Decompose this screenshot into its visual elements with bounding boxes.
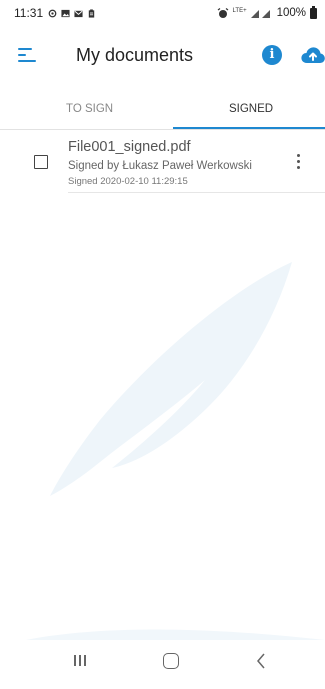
tab-signed[interactable]: SIGNED	[229, 88, 273, 130]
battery-icon	[310, 5, 317, 19]
page-title: My documents	[76, 45, 194, 65]
status-right: LTE+ 100%	[217, 5, 317, 19]
document-signer: Signed by Łukasz Paweł Werkowski	[68, 160, 252, 172]
clipboard-icon	[88, 8, 95, 18]
more-vert-icon[interactable]	[292, 152, 304, 172]
document-row[interactable]: File001_signed.pdf Signed by Łukasz Pawe…	[0, 132, 325, 193]
system-nav-bar	[0, 640, 325, 689]
tab-to-sign[interactable]: TO SIGN	[66, 88, 113, 130]
network-label: LTE+	[232, 8, 247, 14]
signal-icon	[250, 9, 270, 18]
status-time: 11:31	[14, 6, 44, 20]
hamburger-menu-icon[interactable]	[18, 46, 40, 66]
notification-icons	[48, 8, 96, 18]
document-date: Signed 2020-02-10 11:29:15	[68, 176, 188, 187]
alarm-icon	[217, 7, 228, 18]
app-bar: My documents i	[0, 26, 325, 88]
message-icon	[74, 10, 83, 17]
active-tab-indicator	[173, 127, 325, 129]
row-divider	[68, 192, 325, 193]
document-name: File001_signed.pdf	[68, 139, 191, 155]
status-left: 11:31	[14, 6, 96, 20]
document-checkbox[interactable]	[34, 155, 48, 169]
gallery-icon	[61, 9, 70, 17]
info-icon[interactable]: i	[262, 45, 282, 65]
at-icon	[48, 9, 57, 17]
tab-bar: TO SIGN SIGNED	[0, 88, 325, 130]
battery-label: 100%	[276, 7, 306, 19]
home-icon[interactable]	[163, 653, 179, 669]
recent-apps-icon[interactable]	[73, 655, 87, 667]
status-bar: 11:31 LTE+ 100%	[0, 0, 325, 26]
back-icon[interactable]	[254, 651, 268, 671]
cloud-upload-icon[interactable]	[300, 44, 325, 66]
